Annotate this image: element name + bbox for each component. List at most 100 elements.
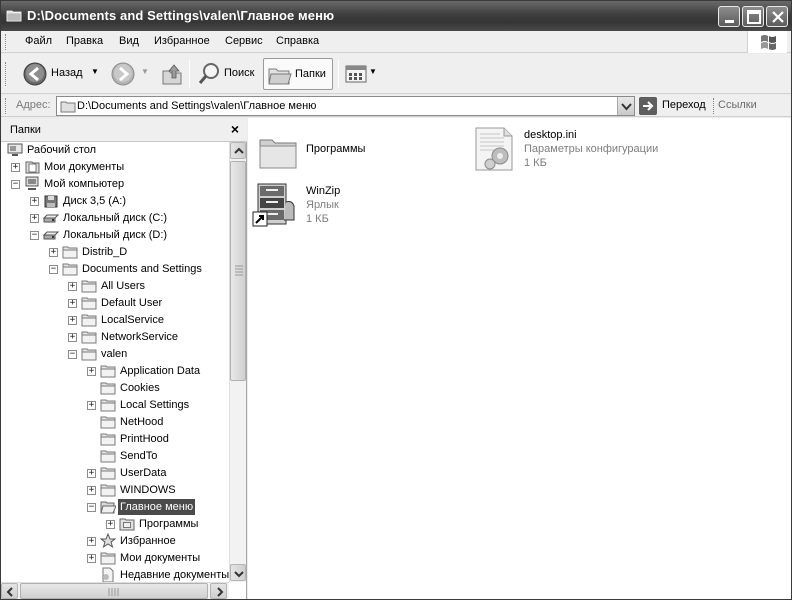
- tree-item[interactable]: SendTo: [1, 448, 229, 465]
- folders-button[interactable]: Папки: [263, 58, 333, 90]
- file-size: 1 КБ: [306, 213, 329, 225]
- tree-item[interactable]: + Application Data: [1, 363, 229, 380]
- tree-item[interactable]: Рабочий стол: [1, 142, 229, 159]
- file-type: Ярлык: [306, 199, 339, 211]
- links-button[interactable]: Ссылки: [718, 99, 757, 111]
- file-item-desktop-ini[interactable]: desktop.ini Параметры конфигурации 1 КБ: [472, 126, 672, 176]
- minimize-button[interactable]: [718, 6, 740, 27]
- folder-icon: [60, 101, 76, 113]
- tree-item[interactable]: + Диск 3,5 (A:): [1, 193, 229, 210]
- horizontal-scroll-thumb[interactable]: [20, 583, 208, 599]
- forward-button[interactable]: ▼: [109, 58, 151, 90]
- menu-help[interactable]: Справка: [276, 35, 319, 47]
- menu-tools[interactable]: Сервис: [225, 35, 263, 47]
- collapse-node-button[interactable]: −: [87, 503, 96, 512]
- expand-node-button[interactable]: +: [87, 486, 96, 495]
- menu-view[interactable]: Вид: [119, 35, 139, 47]
- back-dropdown-icon[interactable]: ▼: [91, 67, 99, 76]
- tree-item-label: LocalService: [101, 314, 164, 326]
- tree-item[interactable]: + WINDOWS: [1, 482, 229, 499]
- winzip-shortcut-icon: [252, 183, 295, 227]
- folder-icon: [100, 416, 116, 429]
- file-name: desktop.ini: [524, 129, 577, 141]
- vertical-scroll-thumb[interactable]: [230, 161, 246, 381]
- expand-node-button[interactable]: +: [87, 537, 96, 546]
- tree-item[interactable]: + UserData: [1, 465, 229, 482]
- expand-node-button[interactable]: +: [30, 197, 39, 206]
- expand-node-button[interactable]: +: [87, 367, 96, 376]
- tree-item[interactable]: + Локальный диск (C:): [1, 210, 229, 227]
- chevron-left-icon: [6, 587, 13, 597]
- go-arrow-icon: [639, 97, 657, 115]
- collapse-node-button[interactable]: −: [49, 265, 58, 274]
- tree-item-label: Недавние документы: [120, 569, 229, 581]
- tree-item[interactable]: + LocalService: [1, 312, 229, 329]
- documents-icon: [25, 161, 40, 174]
- views-button[interactable]: ▼: [344, 58, 380, 90]
- tree-item[interactable]: + Мои документы: [1, 159, 229, 176]
- address-dropdown-button[interactable]: [617, 97, 634, 115]
- scroll-up-button[interactable]: [230, 142, 246, 159]
- expand-node-button[interactable]: +: [11, 163, 20, 172]
- address-bar: Адрес: D:\Documents and Settings\valen\Г…: [1, 95, 791, 117]
- maximize-button[interactable]: [742, 6, 764, 27]
- vertical-scrollbar[interactable]: [229, 142, 246, 582]
- expand-node-button[interactable]: +: [87, 469, 96, 478]
- expand-node-button[interactable]: +: [68, 333, 77, 342]
- expand-node-button[interactable]: +: [68, 316, 77, 325]
- expand-node-button[interactable]: +: [68, 299, 77, 308]
- collapse-node-button[interactable]: −: [68, 350, 77, 359]
- expand-node-button[interactable]: +: [30, 214, 39, 223]
- folder-tree[interactable]: Рабочий стол + Мои документы − Мой компьютер…: [1, 142, 229, 582]
- close-folders-pane-button[interactable]: ×: [231, 121, 239, 137]
- collapse-node-button[interactable]: −: [30, 231, 39, 240]
- tree-item[interactable]: + Программы: [1, 516, 229, 533]
- drive-icon: [43, 214, 59, 223]
- chevron-up-icon: [234, 147, 244, 154]
- expand-node-button[interactable]: +: [49, 248, 58, 257]
- expand-node-button[interactable]: +: [106, 520, 115, 529]
- menu-favorites[interactable]: Избранное: [154, 35, 210, 47]
- expand-node-button[interactable]: +: [68, 282, 77, 291]
- tree-item[interactable]: − Локальный диск (D:): [1, 227, 229, 244]
- views-dropdown-icon[interactable]: ▼: [369, 67, 377, 76]
- scroll-down-button[interactable]: [230, 564, 246, 581]
- back-arrow-icon: [23, 62, 47, 86]
- tree-item[interactable]: + Local Settings: [1, 397, 229, 414]
- folder-icon: [81, 348, 97, 361]
- menu-edit[interactable]: Правка: [66, 35, 103, 47]
- file-item-programs[interactable]: Программы: [254, 128, 444, 174]
- tree-item[interactable]: + Мои документы: [1, 550, 229, 567]
- up-folder-button[interactable]: [159, 58, 185, 90]
- scroll-right-button[interactable]: [210, 583, 227, 599]
- tree-item[interactable]: + NetworkService: [1, 329, 229, 346]
- horizontal-scrollbar[interactable]: [1, 582, 229, 599]
- tree-item[interactable]: − Главное меню: [1, 499, 229, 516]
- tree-item[interactable]: − valen: [1, 346, 229, 363]
- search-button[interactable]: Поиск: [195, 58, 257, 90]
- tree-item[interactable]: + Distrib_D: [1, 244, 229, 261]
- tree-item[interactable]: NetHood: [1, 414, 229, 431]
- back-button[interactable]: Назад ▼: [21, 58, 101, 90]
- menu-file[interactable]: Файл: [25, 35, 52, 47]
- scroll-left-button[interactable]: [1, 583, 18, 599]
- tree-item[interactable]: + All Users: [1, 278, 229, 295]
- expand-node-button[interactable]: +: [87, 554, 96, 563]
- expand-node-button[interactable]: +: [87, 401, 96, 410]
- tree-item[interactable]: − Documents and Settings: [1, 261, 229, 278]
- toolbar-grip: [5, 62, 7, 86]
- tree-item[interactable]: + Избранное: [1, 533, 229, 550]
- forward-dropdown-icon[interactable]: ▼: [141, 67, 149, 76]
- tree-item[interactable]: − Мой компьютер: [1, 176, 229, 193]
- title-bar[interactable]: D:\Documents and Settings\valen\Главное …: [1, 1, 791, 31]
- tree-item[interactable]: + Default User: [1, 295, 229, 312]
- file-item-winzip[interactable]: WinZip Ярлык 1 КБ: [252, 182, 442, 232]
- tree-item[interactable]: PrintHood: [1, 431, 229, 448]
- windows-logo-icon: [747, 31, 787, 53]
- collapse-node-button[interactable]: −: [11, 180, 20, 189]
- tree-item[interactable]: Cookies: [1, 380, 229, 397]
- tree-item-label: Default User: [101, 297, 163, 309]
- close-button[interactable]: [766, 6, 788, 27]
- address-input[interactable]: D:\Documents and Settings\valen\Главное …: [56, 96, 635, 116]
- tree-item[interactable]: Недавние документы: [1, 567, 229, 582]
